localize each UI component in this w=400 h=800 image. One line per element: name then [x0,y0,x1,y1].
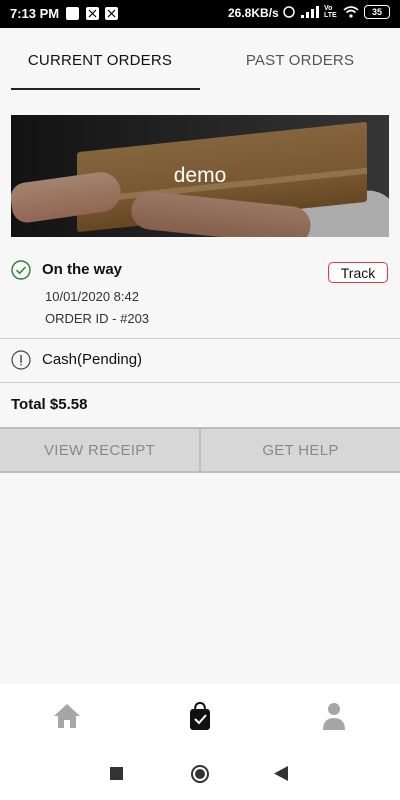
back-icon[interactable] [274,766,288,781]
order-banner-image: demo [11,115,389,237]
notification-icon [66,7,79,20]
status-bar: 7:13 PM 26.8KB/s Vo LTE 35 [0,0,400,28]
wifi-icon [343,6,359,18]
tab-past-orders[interactable]: PAST ORDERS [200,28,400,92]
home-button-icon[interactable] [190,764,210,784]
view-receipt-button[interactable]: VIEW RECEIPT [0,427,199,473]
user-icon[interactable] [318,700,350,732]
order-tabs: CURRENT ORDERS PAST ORDERS [0,28,400,92]
status-time: 7:13 PM [10,6,60,21]
order-actions: VIEW RECEIPT GET HELP [0,427,400,473]
battery-indicator: 35 [364,5,390,19]
home-icon[interactable] [51,700,83,732]
get-help-button[interactable]: GET HELP [201,427,400,473]
recent-apps-icon[interactable] [110,767,123,780]
banner-title: demo [173,164,227,187]
divider [0,382,400,383]
info-icon [11,350,31,370]
notification-icon [86,7,99,20]
alarm-icon [283,6,295,18]
bottom-navigation [0,684,400,747]
status-icons: Vo LTE 35 [282,5,390,19]
order-status: On the way [42,261,123,278]
shopping-bag-icon[interactable] [184,700,216,732]
notification-icon [105,7,118,20]
tab-current-orders[interactable]: CURRENT ORDERS [0,28,200,92]
check-circle-icon [11,260,31,280]
active-tab-indicator [11,88,200,90]
order-date: 10/01/2020 8:42 [45,289,139,304]
system-navigation [0,747,400,800]
order-total: Total $5.58 [11,396,88,413]
volte-icon: Vo LTE [324,5,337,19]
signal-icon [301,6,319,18]
payment-status: Cash(Pending) [42,351,143,368]
order-status-section: On the way 10/01/2020 8:42 ORDER ID - #2… [0,255,400,337]
order-id: ORDER ID - #203 [45,311,150,326]
payment-status-row: Cash(Pending) [0,339,400,381]
network-speed: 26.8KB/s [228,6,279,20]
track-button[interactable]: Track [328,262,388,283]
